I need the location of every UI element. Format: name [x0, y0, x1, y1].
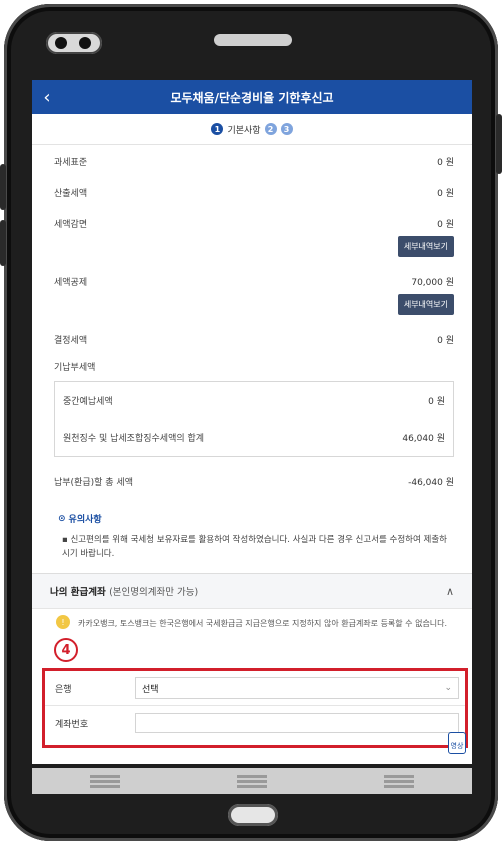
video-guide-button[interactable]: 영상 — [448, 732, 466, 754]
app-screen: ‹ 모두채움/단순경비율 기한후신고 1 기본사항 2 3 과세표준 0 원 산… — [32, 80, 472, 764]
speaker-grille — [214, 34, 292, 46]
home-nav-icon[interactable] — [236, 779, 267, 783]
volume-down-button — [0, 220, 6, 266]
account-number-input[interactable] — [135, 713, 459, 733]
refund-account-section: 나의 환급계좌 (본인명의계좌만 가능) ∧ ! 카카오뱅크, 토스뱅크는 한국… — [32, 573, 472, 630]
step-1-badge: 1 — [211, 123, 224, 135]
bank-select-value: 선택 — [142, 684, 159, 695]
page-title: 모두채움/단순경비율 기한후신고 — [170, 90, 334, 105]
bank-select[interactable]: 선택 ⌄ — [135, 677, 459, 699]
prepaid-tax-box: 중간예납세액 0 원 원천징수 및 납세조합징수세액의 합계 46,040 원 — [54, 381, 454, 457]
row-label: 원천징수 및 납세조합징수세액의 합계 — [63, 434, 205, 444]
prepaid-tax-heading: 기납부세액 — [54, 363, 96, 373]
back-nav-icon[interactable] — [383, 779, 414, 783]
notice-heading-row: ⊙ 유의사항 — [58, 512, 454, 526]
row-interim-prepaid: 중간예납세액 0 원 — [63, 382, 445, 419]
row-value: 0 원 — [437, 220, 454, 230]
row-withholding-total: 원천징수 및 납세조합징수세액의 합계 46,040 원 — [63, 419, 445, 456]
refund-account-title-group: 나의 환급계좌 (본인명의계좌만 가능) — [50, 584, 198, 598]
bank-field: 은행 선택 ⌄ — [45, 671, 465, 706]
account-label: 계좌번호 — [55, 719, 89, 730]
notice-body-row: ▪ 신고편의를 위해 국세청 보유자료를 활용하여 작성하였습니다. 사실과 다… — [58, 533, 454, 561]
refund-account-header[interactable]: 나의 환급계좌 (본인명의계좌만 가능) ∧ — [32, 574, 472, 609]
bank-account-form: 은행 선택 ⌄ 계좌번호 — [42, 668, 468, 748]
step-2-badge[interactable]: 2 — [264, 123, 277, 135]
row-determined-tax: 결정세액 0 원 — [50, 323, 454, 354]
annotation-badge: 4 — [54, 638, 78, 662]
chevron-up-icon[interactable]: ∧ — [446, 585, 454, 598]
kakao-notice-text: 카카오뱅크, 토스뱅크는 한국은행에서 국세환급금 지급은행으로 지정하지 않아… — [78, 619, 448, 628]
recent-apps-icon[interactable] — [90, 779, 121, 783]
row-label: 세액감면 — [54, 220, 88, 230]
row-label: 세액공제 — [54, 278, 88, 288]
row-total-payable: 납부(환급)할 총 세액 -46,040 원 — [50, 465, 454, 496]
header-bar: ‹ 모두채움/단순경비율 기한후신고 — [32, 80, 472, 114]
system-nav-bar — [32, 768, 472, 794]
row-value: 0 원 — [428, 397, 445, 407]
refund-account-subtitle: (본인명의계좌만 가능) — [109, 587, 199, 598]
row-value-group: 70,000 원 세부내역보기 — [397, 275, 454, 315]
volume-up-button — [0, 164, 6, 210]
step-1-label: 기본사항 — [227, 125, 261, 136]
row-value-group: 0 원 세부내역보기 — [397, 217, 454, 257]
row-value: 0 원 — [437, 336, 454, 346]
credit-detail-button[interactable]: 세부내역보기 — [397, 294, 454, 315]
chevron-down-icon: ⌄ — [444, 683, 452, 693]
account-field: 계좌번호 — [45, 706, 465, 740]
row-value: -46,040 원 — [408, 478, 454, 488]
row-value: 0 원 — [437, 158, 454, 168]
row-value: 0 원 — [437, 189, 454, 199]
home-button[interactable] — [228, 804, 278, 826]
row-label: 과세표준 — [54, 158, 88, 168]
step-3-badge[interactable]: 3 — [280, 123, 293, 135]
reduction-detail-button[interactable]: 세부내역보기 — [397, 236, 454, 257]
step-indicator: 1 기본사항 2 3 — [32, 114, 472, 145]
row-calculated-tax: 산출세액 0 원 — [50, 176, 454, 207]
row-value: 70,000 원 — [411, 278, 454, 288]
kakao-notice: ! 카카오뱅크, 토스뱅크는 한국은행에서 국세환급금 지급은행으로 지정하지 … — [32, 609, 472, 630]
row-tax-base: 과세표준 0 원 — [50, 145, 454, 176]
row-tax-credit: 세액공제 70,000 원 세부내역보기 — [50, 265, 454, 323]
row-label: 납부(환급)할 총 세액 — [54, 478, 133, 488]
row-value: 46,040 원 — [402, 434, 445, 444]
chevron-left-icon[interactable]: ‹ — [32, 87, 62, 108]
row-label: 산출세액 — [54, 189, 88, 199]
tax-summary: 과세표준 0 원 산출세액 0 원 세액감면 0 원 세부내역보기 세액공제 7… — [32, 145, 472, 561]
refund-account-title: 나의 환급계좌 — [50, 587, 106, 598]
notice-heading: 유의사항 — [68, 515, 102, 525]
power-button — [496, 114, 502, 174]
bank-label: 은행 — [55, 684, 72, 695]
notice-body: 신고편의를 위해 국세청 보유자료를 활용하여 작성하였습니다. 사실과 다른 … — [62, 535, 447, 559]
row-label: 결정세액 — [54, 336, 88, 346]
notice-box: ⊙ 유의사항 ▪ 신고편의를 위해 국세청 보유자료를 활용하여 작성하였습니다… — [58, 512, 454, 561]
camera-icon — [46, 32, 102, 54]
row-label: 중간예납세액 — [63, 397, 113, 407]
row-tax-reduction: 세액감면 0 원 세부내역보기 — [50, 207, 454, 265]
info-circle-icon: ⊙ — [58, 513, 66, 524]
notice-icon: ! — [56, 615, 70, 629]
